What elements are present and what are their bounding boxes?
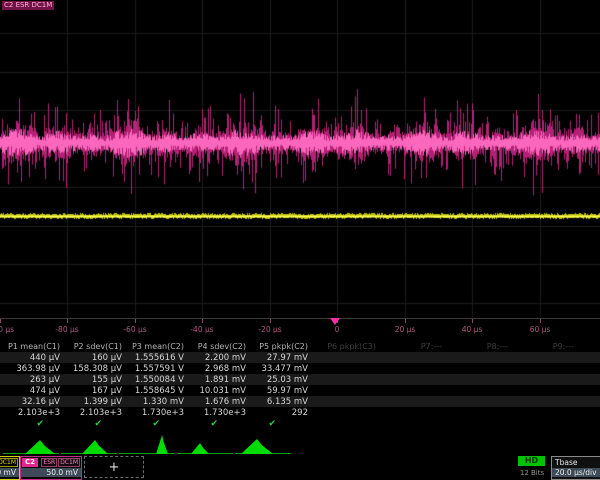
measure-column-header[interactable]: P4 sdev(C2)	[188, 342, 250, 351]
measure-column-header[interactable]: P1 mean(C1)	[0, 342, 64, 351]
measure-value-row: 263 µV155 µV1.550084 V1.891 mV25.03 mV	[0, 374, 600, 385]
waveform-display[interactable]	[0, 0, 600, 318]
c2-esr-badge: ESR	[41, 458, 57, 467]
measure-value: 292	[250, 408, 312, 418]
status-check-icon: ✔	[60, 419, 118, 429]
status-check-icon: ✔	[118, 419, 176, 429]
measure-value: 1.557591 V	[126, 364, 188, 374]
histicon[interactable]	[60, 433, 118, 455]
measure-value-row: 440 µV160 µV1.555616 V2.200 mV27.97 mV	[0, 352, 600, 363]
measure-value: 25.03 mV	[250, 375, 312, 385]
measure-value: 1.730e+3	[188, 408, 250, 418]
channel-c2-descriptor[interactable]: C2 ESR DC1M 50.0 mV	[20, 456, 82, 480]
histicon[interactable]	[176, 433, 234, 455]
measure-value: 1.555616 V	[126, 353, 188, 363]
measure-value: 474 µV	[0, 386, 64, 396]
measure-column-header: P9:---	[512, 342, 578, 351]
measure-column-header[interactable]: P5 pkpk(C2)	[250, 342, 312, 351]
measure-value: 1.399 µV	[64, 397, 126, 407]
axis-tick	[202, 319, 203, 323]
measure-value: 1.558645 V	[126, 386, 188, 396]
axis-tick	[405, 319, 406, 323]
measure-value: 155 µV	[64, 375, 126, 385]
plus-icon: +	[109, 460, 120, 475]
c1-vertical-scale: 0 mV	[0, 468, 19, 477]
measurement-histicons[interactable]	[0, 433, 600, 455]
measure-value: 1.891 mV	[188, 375, 250, 385]
measure-column-header: P8:---	[446, 342, 512, 351]
status-check-icon: ✔	[0, 419, 60, 429]
axis-tick-label: -100 µs	[0, 325, 14, 334]
measure-value: 2.103e+3	[0, 408, 64, 418]
measure-value: 32.16 µV	[0, 397, 64, 407]
measure-value: 1.330 mV	[126, 397, 188, 407]
oscilloscope-screen: C2 ESR DC1M -100 µs -80 µs -60 µs -40 µs -20…	[0, 0, 600, 480]
axis-tick-label: 40 µs	[462, 325, 483, 334]
histicon[interactable]	[234, 433, 292, 455]
timebase-axis: -100 µs -80 µs -60 µs -40 µs -20 µs 0 20 µs 40 …	[0, 318, 600, 340]
measure-value: 263 µV	[0, 375, 64, 385]
measure-value: 2.968 mV	[188, 364, 250, 374]
c1-coupling-badge: DC1M	[0, 458, 18, 467]
measure-value: 440 µV	[0, 353, 64, 363]
axis-tick-label: -40 µs	[190, 325, 213, 334]
measure-value: 59.97 mV	[250, 386, 312, 396]
axis-tick-label: 0	[335, 325, 340, 334]
axis-tick	[67, 319, 68, 323]
trigger-position-marker[interactable]	[330, 318, 340, 325]
measure-value: 2.200 mV	[188, 353, 250, 363]
measure-status-row: ✔✔✔✔✔	[0, 418, 600, 429]
c2-vertical-scale: 50.0 mV	[21, 468, 81, 477]
axis-tick	[540, 319, 541, 323]
measure-column-header: P6 pkpk(C3)	[312, 342, 380, 351]
measure-value-row: 32.16 µV1.399 µV1.330 mV1.676 mV6.135 mV	[0, 396, 600, 407]
measure-value: 1.730e+3	[126, 408, 188, 418]
measure-value: 158.308 µV	[64, 364, 126, 374]
status-check-icon: ✔	[234, 419, 292, 429]
measure-value-row: 474 µV167 µV1.558645 V10.031 mV59.97 mV	[0, 385, 600, 396]
tbase-value: 20.0 µs/div	[552, 468, 600, 477]
trace-annotation: C2 ESR DC1M	[2, 1, 54, 10]
measure-value: 33.477 mV	[250, 364, 312, 374]
axis-tick-label: -60 µs	[123, 325, 146, 334]
axis-tick	[472, 319, 473, 323]
axis-tick-label: -20 µs	[258, 325, 281, 334]
measure-value: 27.97 mV	[250, 353, 312, 363]
status-check-icon: ✔	[176, 419, 234, 429]
measure-value-row: 2.103e+32.103e+31.730e+31.730e+3292	[0, 407, 600, 418]
measure-value: 160 µV	[64, 353, 126, 363]
axis-tick	[0, 319, 1, 323]
measure-value: 1.550084 V	[126, 375, 188, 385]
tbase-label: Tbase	[552, 457, 600, 468]
measure-value: 363.98 µV	[0, 364, 64, 374]
c2-coupling-badge: DC1M	[58, 458, 80, 467]
hd-bits-label: 12 Bits	[512, 469, 552, 477]
axis-tick-label: -80 µs	[55, 325, 78, 334]
measure-value: 10.031 mV	[188, 386, 250, 396]
channel-c1-descriptor[interactable]: DC1M 0 mV	[0, 456, 20, 480]
axis-tick-label: 60 µs	[530, 325, 551, 334]
measure-value: 167 µV	[64, 386, 126, 396]
measure-value: 2.103e+3	[64, 408, 126, 418]
axis-tick	[135, 319, 136, 323]
measurement-table: P1 mean(C1)P2 sdev(C1)P3 mean(C2)P4 sdev…	[0, 340, 600, 429]
measure-column-header[interactable]: P2 sdev(C1)	[64, 342, 126, 351]
histicon[interactable]	[118, 433, 176, 455]
histicon[interactable]	[2, 433, 60, 455]
measure-value-row: 363.98 µV158.308 µV1.557591 V2.968 mV33.…	[0, 363, 600, 374]
axis-tick-label: 20 µs	[395, 325, 416, 334]
c2-channel-badge: C2	[22, 458, 38, 467]
add-trace-button[interactable]: +	[84, 456, 144, 478]
bottom-bar: DC1M 0 mV C2 ESR DC1M 50.0 mV + HD 12 Bi…	[0, 456, 600, 480]
measure-header-row: P1 mean(C1)P2 sdev(C1)P3 mean(C2)P4 sdev…	[0, 340, 600, 352]
measure-column-header[interactable]: P3 mean(C2)	[126, 342, 188, 351]
measure-value: 1.676 mV	[188, 397, 250, 407]
axis-tick	[270, 319, 271, 323]
measure-column-header: P10:---	[578, 342, 600, 351]
waveform-grid[interactable]: C2 ESR DC1M	[0, 0, 600, 318]
timebase-descriptor[interactable]: Tbase 20.0 µs/div	[551, 456, 600, 480]
measure-value: 6.135 mV	[250, 397, 312, 407]
measure-column-header: P7:---	[380, 342, 446, 351]
hd-mode-badge: HD	[518, 456, 545, 466]
